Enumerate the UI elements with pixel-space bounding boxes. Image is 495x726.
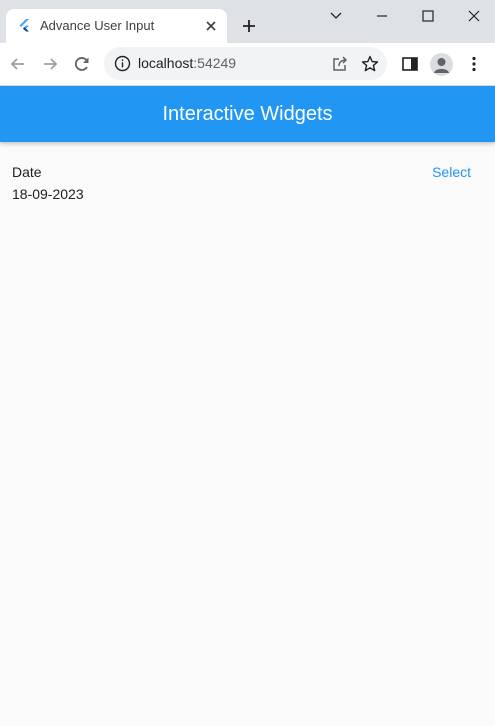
close-icon[interactable] bbox=[464, 6, 484, 26]
plus-icon[interactable] bbox=[240, 17, 258, 35]
date-label: Date bbox=[12, 164, 42, 180]
close-icon[interactable] bbox=[203, 18, 219, 34]
person-icon bbox=[434, 58, 449, 73]
page-title: Interactive Widgets bbox=[162, 102, 333, 125]
chevron-down-icon[interactable] bbox=[326, 6, 346, 26]
star-icon[interactable] bbox=[360, 54, 380, 74]
tab-strip: Advance User Input bbox=[0, 0, 495, 43]
kebab-menu-icon[interactable] bbox=[464, 54, 484, 74]
url-host: localhost bbox=[138, 55, 194, 71]
browser-tab[interactable]: Advance User Input bbox=[6, 9, 227, 43]
share-icon[interactable] bbox=[330, 54, 350, 74]
side-panel-icon[interactable] bbox=[400, 54, 420, 74]
page-content: Date 18-09-2023 Select bbox=[0, 142, 495, 726]
url-text[interactable]: localhost:54249 bbox=[138, 55, 236, 71]
info-icon[interactable] bbox=[114, 55, 131, 72]
maximize-icon[interactable] bbox=[418, 6, 438, 26]
tab-title: Advance User Input bbox=[40, 18, 155, 33]
arrow-left-icon[interactable] bbox=[8, 54, 28, 74]
browser-window: Advance User Input localhost:54249 Inter… bbox=[0, 0, 495, 726]
minimize-icon[interactable] bbox=[372, 6, 392, 26]
browser-toolbar: localhost:54249 bbox=[0, 43, 495, 86]
select-date-button[interactable]: Select bbox=[432, 164, 471, 180]
profile-avatar[interactable] bbox=[430, 53, 453, 76]
app-bar: Interactive Widgets bbox=[0, 86, 495, 142]
arrow-right-icon[interactable] bbox=[40, 54, 60, 74]
url-port: :54249 bbox=[193, 55, 237, 71]
reload-icon[interactable] bbox=[72, 54, 92, 74]
flutter-logo-icon bbox=[19, 19, 29, 32]
address-bar[interactable]: localhost:54249 bbox=[104, 47, 387, 80]
date-value: 18-09-2023 bbox=[12, 186, 84, 202]
